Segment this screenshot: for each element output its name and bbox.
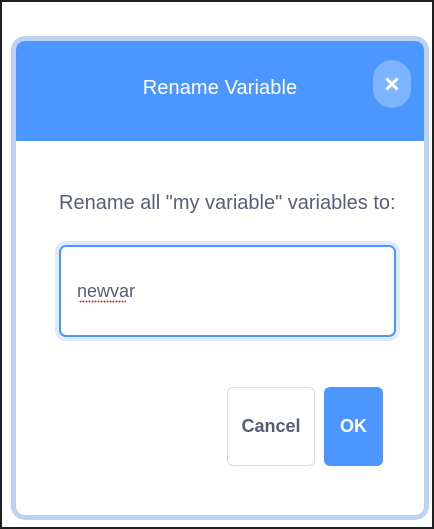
rename-variable-dialog: Rename Variable Rename all "my variable"… xyxy=(16,41,424,515)
cancel-button[interactable]: Cancel xyxy=(227,387,315,466)
spellcheck-underline xyxy=(79,300,126,303)
dialog-title: Rename Variable xyxy=(142,76,298,99)
variable-name-input[interactable] xyxy=(59,245,396,337)
rename-prompt: Rename all "my variable" variables to: xyxy=(59,192,396,214)
close-button[interactable] xyxy=(373,60,411,108)
close-icon xyxy=(385,77,399,91)
ok-button[interactable]: OK xyxy=(324,387,383,466)
dialog-header: Rename Variable xyxy=(16,41,424,141)
screenshot-frame: Rename Variable Rename all "my variable"… xyxy=(0,0,434,529)
